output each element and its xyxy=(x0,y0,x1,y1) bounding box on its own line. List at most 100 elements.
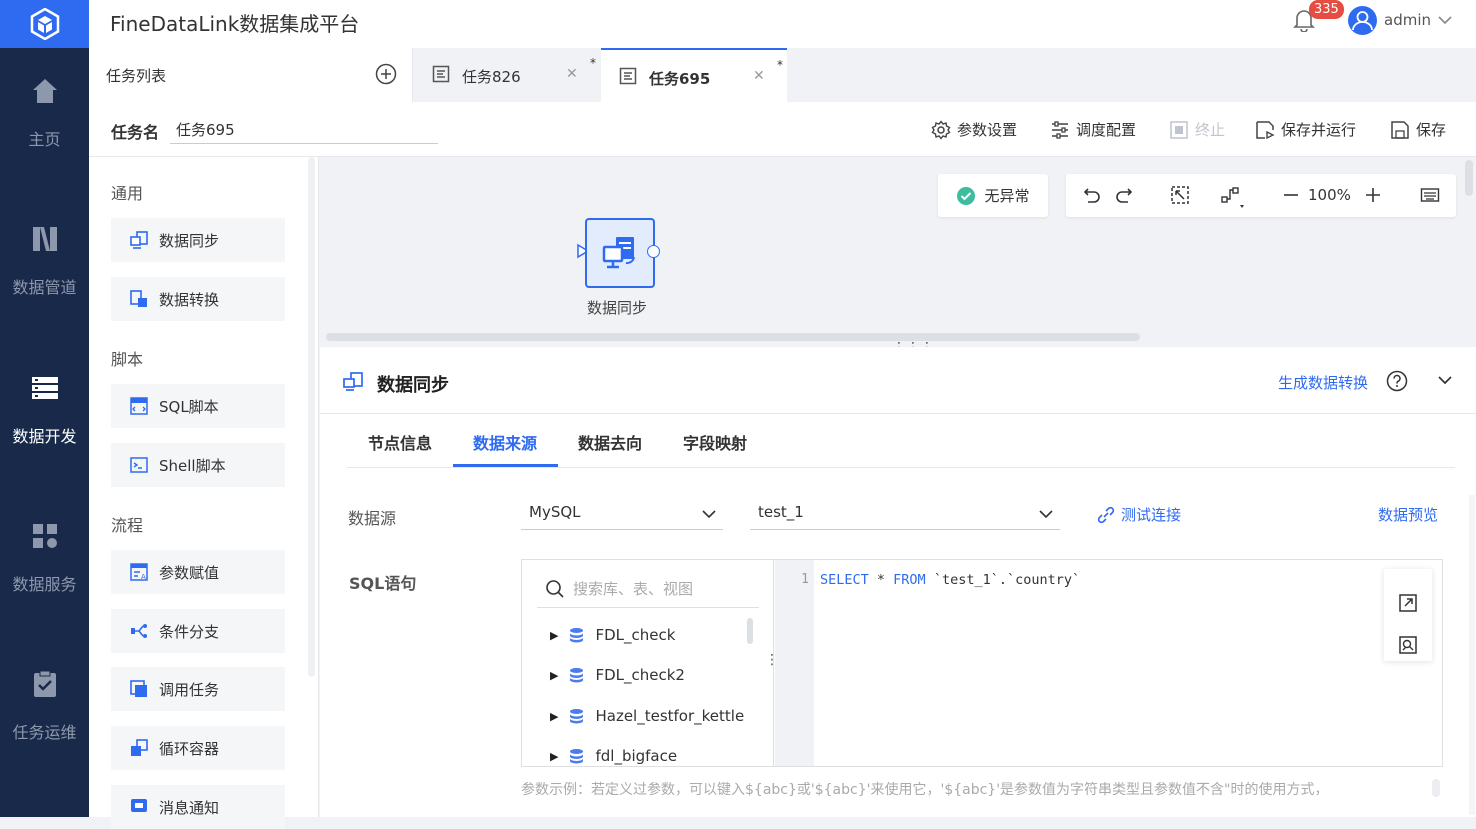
status-text: 无异常 xyxy=(984,187,1030,205)
tree-item[interactable]: ▶ fdl_bigface xyxy=(550,747,677,765)
status-indicator[interactable]: 无异常 xyxy=(938,174,1048,217)
panel-vertical-scrollbar[interactable] xyxy=(1469,495,1475,815)
stop-button[interactable]: 终止 xyxy=(1169,119,1225,140)
tree-scrollbar[interactable] xyxy=(747,618,753,644)
main-nav: 主页 数据管道 数据开发 数据服务 任务运维 xyxy=(0,48,89,817)
task-file-icon xyxy=(432,65,450,87)
tab-task-695[interactable]: 任务695 ✕ * xyxy=(601,48,787,102)
schema-tree: ▶ FDL_check ▶ FDL_check2 ▶ Hazel_testfor… xyxy=(522,560,793,766)
tree-item[interactable]: ▶ FDL_check xyxy=(550,626,675,644)
palette-item-label: 循环容器 xyxy=(159,739,220,758)
tree-item[interactable]: ▶ Hazel_testfor_kettle xyxy=(550,707,744,725)
connection-select[interactable]: test_1 xyxy=(750,494,1060,530)
save-button[interactable]: 保存 xyxy=(1390,119,1446,140)
line-number-gutter: 1 xyxy=(775,560,814,766)
app-logo[interactable] xyxy=(0,0,89,48)
nav-item-ops[interactable]: 任务运维 xyxy=(0,646,89,766)
palette-item-data-transform[interactable]: 数据转换 xyxy=(111,277,285,321)
canvas-vertical-scrollbar[interactable] xyxy=(1465,160,1473,196)
schedule-button[interactable]: 调度配置 xyxy=(1050,119,1136,140)
username[interactable]: admin xyxy=(1384,11,1431,29)
layout-icon[interactable] xyxy=(1220,185,1246,215)
shell-script-icon xyxy=(129,455,149,475)
palette-item-label: 数据转换 xyxy=(159,290,220,309)
flow-canvas[interactable]: 无异常 100% 数据同步 ⋮⋮⋮ xyxy=(320,157,1476,356)
db-type-select[interactable]: MySQL xyxy=(521,494,723,530)
schedule-icon xyxy=(1052,120,1068,139)
schedule-label: 调度配置 xyxy=(1076,121,1137,139)
hint-scrollbar[interactable] xyxy=(1432,779,1440,797)
tab-field-mapping[interactable]: 字段映射 xyxy=(683,430,747,454)
tree-item[interactable]: ▶ FDL_check2 xyxy=(550,666,685,684)
canvas-horizontal-scrollbar[interactable] xyxy=(326,333,1140,341)
redo-icon[interactable] xyxy=(1114,185,1134,209)
datasource-label: 数据源 xyxy=(348,509,397,528)
palette-item-param-assign[interactable]: A 参数赋值 xyxy=(111,550,285,594)
nav-item-dev[interactable]: 数据开发 xyxy=(0,350,89,470)
schema-search-input[interactable] xyxy=(573,579,753,598)
task-name-label: 任务名 xyxy=(111,123,160,142)
task-name-input[interactable] xyxy=(170,116,438,144)
palette-item-sql-script[interactable]: SQL脚本 xyxy=(111,384,285,428)
top-bar: FineDataLink数据集成平台 335 admin xyxy=(0,0,1476,48)
tab-task-826[interactable]: 任务826 ✕ * xyxy=(414,48,601,102)
palette-item-label: Shell脚本 xyxy=(159,456,226,475)
palette-item-shell-script[interactable]: Shell脚本 xyxy=(111,443,285,487)
user-avatar[interactable] xyxy=(1348,6,1377,35)
sql-code[interactable]: SELECT * FROM `test_1`.`country` xyxy=(820,572,1080,588)
schema-search xyxy=(537,570,759,608)
close-icon[interactable]: ✕ xyxy=(753,68,765,84)
palette-item-call-task[interactable]: 调用任务 xyxy=(111,667,285,711)
node-palette: 通用 数据同步 数据转换 脚本 SQL脚本 Shell脚本 流程 A 参数赋值 … xyxy=(89,157,319,829)
section-title-script: 脚本 xyxy=(111,350,144,369)
node-output-port[interactable] xyxy=(647,245,660,258)
tab-node-info[interactable]: 节点信息 xyxy=(368,430,432,454)
palette-scrollbar[interactable] xyxy=(308,157,315,677)
nav-item-label: 任务运维 xyxy=(12,723,77,742)
active-tab-indicator xyxy=(453,464,558,467)
task-list-label[interactable]: 任务列表 xyxy=(106,65,166,86)
caret-right-icon[interactable]: ▶ xyxy=(550,669,558,682)
chevron-down-icon[interactable] xyxy=(1437,12,1453,32)
message-notify-icon xyxy=(129,797,149,817)
expand-editor-icon[interactable] xyxy=(1398,593,1418,617)
zoom-in-icon[interactable] xyxy=(1364,185,1382,209)
caret-right-icon[interactable]: ▶ xyxy=(550,629,558,642)
nav-item-home[interactable]: 主页 xyxy=(0,53,89,173)
add-task-icon[interactable] xyxy=(375,63,397,89)
palette-item-data-sync[interactable]: 数据同步 xyxy=(111,218,285,262)
caret-right-icon[interactable]: ▶ xyxy=(550,750,558,763)
home-icon xyxy=(32,79,57,103)
tab-label: 任务695 xyxy=(649,70,711,88)
palette-item-label: 数据同步 xyxy=(159,231,220,250)
palette-item-message-notify[interactable]: 消息通知 xyxy=(111,785,285,829)
nav-item-service[interactable]: 数据服务 xyxy=(0,498,89,618)
nav-item-pipeline[interactable]: 数据管道 xyxy=(0,201,89,321)
undo-icon[interactable] xyxy=(1082,185,1102,209)
data-transform-icon xyxy=(129,289,149,309)
caret-right-icon[interactable]: ▶ xyxy=(550,710,558,723)
tab-data-source[interactable]: 数据来源 xyxy=(473,430,537,454)
params-button[interactable]: 参数设置 xyxy=(931,119,1017,140)
zoom-out-icon[interactable] xyxy=(1282,185,1300,209)
palette-item-label: 调用任务 xyxy=(159,680,220,699)
generate-transform-link[interactable]: 生成数据转换 xyxy=(1278,372,1368,393)
sql-keyword: FROM xyxy=(893,572,926,588)
palette-item-loop-container[interactable]: 循环容器 xyxy=(111,726,285,770)
flow-node-data-sync[interactable] xyxy=(585,218,655,288)
save-run-button[interactable]: 保存并运行 xyxy=(1255,119,1356,140)
collapse-chevron-icon[interactable] xyxy=(1436,371,1454,393)
keyboard-icon[interactable] xyxy=(1420,185,1440,209)
close-icon[interactable]: ✕ xyxy=(566,66,578,82)
test-connection-link[interactable]: 测试连接 xyxy=(1097,504,1181,525)
condition-branch-icon xyxy=(129,621,149,641)
palette-item-condition-branch[interactable]: 条件分支 xyxy=(111,609,285,653)
sql-keyword: SELECT xyxy=(820,572,869,588)
tab-data-target[interactable]: 数据去向 xyxy=(578,430,642,454)
help-icon[interactable] xyxy=(1386,370,1408,396)
data-preview-link[interactable]: 数据预览 xyxy=(1378,504,1438,525)
fit-view-icon[interactable] xyxy=(1170,185,1190,209)
format-sql-icon[interactable] xyxy=(1398,635,1418,659)
tree-item-label: fdl_bigface xyxy=(595,747,678,765)
panel-header: 数据同步 生成数据转换 xyxy=(320,347,1476,414)
